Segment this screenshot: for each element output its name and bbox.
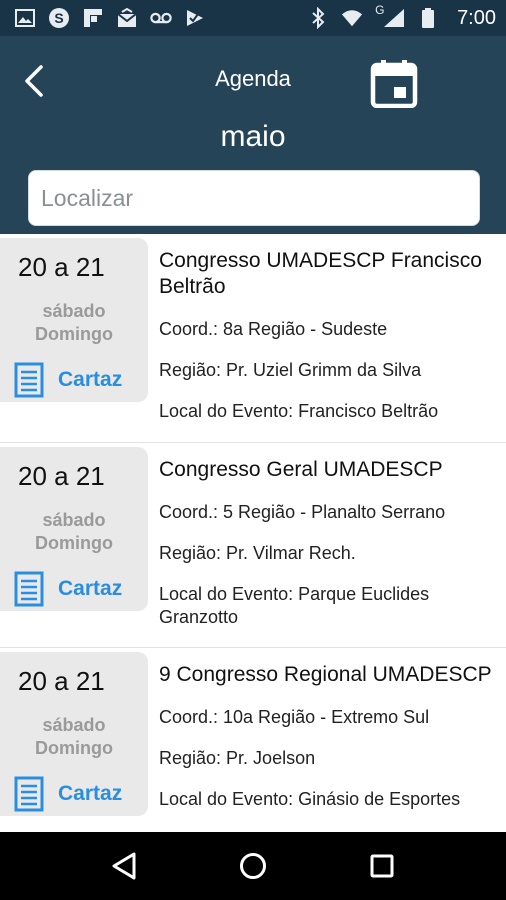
mail-icon: [116, 7, 138, 29]
notification-icons: S: [14, 7, 206, 29]
cartaz-label: Cartaz: [58, 782, 123, 805]
date-box: 20 a 21 sábado Domingo Cartaz: [0, 447, 148, 611]
nav-back-button[interactable]: [99, 841, 149, 891]
event-local: Local do Evento: Francisco Beltrão: [159, 401, 439, 421]
circle-home-icon: [239, 853, 266, 879]
document-icon: [14, 776, 44, 812]
event-card[interactable]: 20 a 21 sábado Domingo Cartaz Congresso …: [0, 234, 506, 443]
square-recents-icon: [370, 854, 394, 878]
event-local: Local do Evento: Ginásio de Esportes: [159, 789, 461, 809]
status-bar: S G 7:00: [0, 0, 506, 36]
event-title: Congresso Geral UMADESCP: [159, 458, 443, 481]
event-regiao: Região: Pr. Vilmar Rech.: [159, 543, 356, 563]
weekday-end: Domingo: [35, 738, 113, 758]
flipboard-icon: [82, 7, 104, 29]
weekdays: sábado Domingo: [0, 714, 148, 760]
skype-icon: S: [48, 7, 70, 29]
event-coord: Coord.: 10a Região - Extremo Sul: [159, 707, 430, 727]
voicemail-icon: [150, 7, 172, 29]
network-type-label: G: [375, 3, 385, 17]
event-regiao: Região: Pr. Joelson: [159, 748, 316, 768]
clock: 7:00: [457, 6, 496, 29]
event-coord: Coord.: 8a Região - Sudeste: [159, 319, 388, 339]
cartaz-button[interactable]: Cartaz: [14, 362, 122, 398]
triangle-back-icon: [112, 852, 136, 880]
event-coord: Coord.: 5 Região - Planalto Serrano: [159, 502, 446, 522]
date-box: 20 a 21 sábado Domingo Cartaz: [0, 652, 148, 816]
event-details: Congresso Geral UMADESCP Coord.: 5 Regiã…: [159, 457, 504, 629]
weekdays: sábado Domingo: [0, 300, 148, 346]
bluetooth-icon: [307, 7, 329, 29]
event-details: 9 Congresso Regional UMADESCP Coord.: 10…: [159, 662, 504, 811]
navigation-bar: [0, 832, 506, 900]
event-list: 20 a 21 sábado Domingo Cartaz Congresso …: [0, 234, 506, 832]
nav-home-button[interactable]: [228, 841, 278, 891]
weekday-end: Domingo: [35, 533, 113, 553]
calendar-button[interactable]: [370, 58, 418, 109]
calendar-icon: [370, 60, 418, 109]
cartaz-label: Cartaz: [58, 368, 123, 391]
signal-icon: G: [375, 3, 405, 29]
document-icon: [14, 362, 44, 398]
search-input[interactable]: [28, 170, 480, 226]
svg-text:S: S: [54, 10, 63, 26]
event-title: Congresso UMADESCP Francisco Beltrão: [159, 249, 482, 298]
nav-recents-button[interactable]: [357, 841, 407, 891]
event-card[interactable]: 20 a 21 sábado Domingo Cartaz 9 Congress…: [0, 648, 506, 832]
event-regiao: Região: Pr. Uziel Grimm da Silva: [159, 360, 422, 380]
date-range: 20 a 21: [18, 461, 105, 491]
weekday-start: sábado: [42, 510, 106, 530]
document-icon: [14, 571, 44, 607]
app-header: Agenda maio: [0, 36, 506, 234]
weekday-start: sábado: [42, 301, 106, 321]
cartaz-button[interactable]: Cartaz: [14, 776, 122, 812]
battery-icon: [417, 7, 439, 29]
weekday-start: sábado: [42, 715, 106, 735]
wifi-icon: [341, 7, 363, 29]
cartaz-button[interactable]: Cartaz: [14, 571, 122, 607]
system-icons: G 7:00: [307, 3, 496, 30]
date-box: 20 a 21 sábado Domingo Cartaz: [0, 238, 148, 402]
event-title: 9 Congresso Regional UMADESCP: [159, 663, 492, 686]
date-range: 20 a 21: [18, 666, 105, 696]
cartaz-label: Cartaz: [58, 577, 123, 600]
weekdays: sábado Domingo: [0, 509, 148, 555]
month-label: maio: [220, 120, 286, 153]
event-local: Local do Evento: Parque Euclides Granzot…: [159, 584, 430, 627]
event-card[interactable]: 20 a 21 sábado Domingo Cartaz Congresso …: [0, 443, 506, 648]
image-icon: [14, 7, 36, 29]
check-flag-icon: [184, 7, 206, 29]
weekday-end: Domingo: [35, 324, 113, 344]
page-title: Agenda: [215, 66, 291, 91]
date-range: 20 a 21: [18, 252, 105, 282]
event-details: Congresso UMADESCP Francisco Beltrão Coo…: [159, 248, 504, 423]
